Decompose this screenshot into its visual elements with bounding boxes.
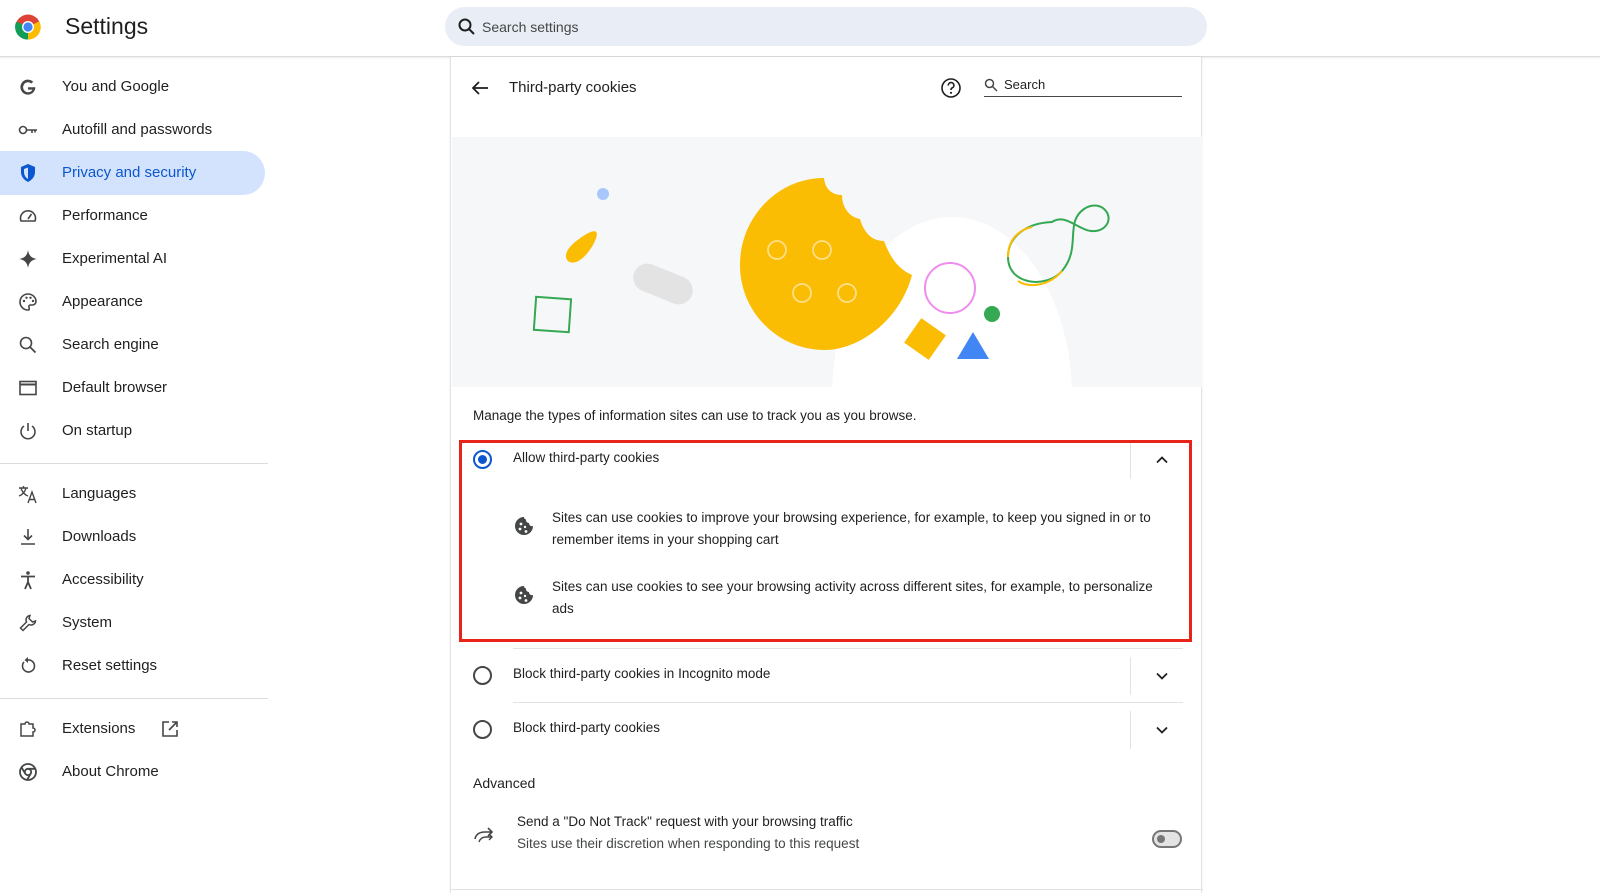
toggle-knob [1157,835,1165,843]
chevron-down-icon[interactable] [1153,667,1171,685]
option-separator [1130,711,1131,749]
page-search-input[interactable]: Search [984,75,1182,97]
do-not-track-title: Send a "Do Not Track" request with your … [517,814,853,829]
sidebar-item-accessibility[interactable]: Accessibility [0,558,265,602]
page-title: Third-party cookies [509,79,637,96]
speedometer-icon [19,210,37,222]
sidebar-item-languages[interactable]: Languages [0,472,265,516]
do-not-track-subtitle: Sites use their discretion when respondi… [517,836,860,851]
chrome-logo-icon [15,14,41,40]
sidebar-item-on-startup[interactable]: On startup [0,409,265,453]
search-icon [984,78,998,92]
sidebar-divider [0,463,268,464]
option-label: Block third-party cookies in Incognito m… [513,666,771,681]
browser-window-icon [19,380,37,396]
palette-icon [19,293,37,311]
option-block-third-party-cookies[interactable]: Block third-party cookies [461,703,1183,757]
sidebar-item-privacy[interactable]: Privacy and security [0,151,265,195]
sidebar-divider [0,698,268,699]
sidebar-item-system[interactable]: System [0,601,265,645]
chevron-down-icon[interactable] [1153,721,1171,739]
card-header: Third-party cookies Search [451,57,1203,117]
sidebar-item-you-and-google[interactable]: You and Google [0,65,265,109]
advanced-heading: Advanced [473,775,536,791]
cookies-illustration [452,137,1202,387]
wrench-icon [19,614,37,632]
page-description: Manage the types of information sites ca… [473,408,917,423]
search-placeholder: Search settings [482,19,579,35]
do-not-track-toggle[interactable] [1152,830,1182,848]
help-icon[interactable] [940,77,962,99]
page-search-placeholder: Search [1004,77,1046,92]
cookie-illustration-image [532,178,1110,387]
highlight-box [459,440,1192,642]
back-arrow-icon[interactable] [468,76,492,100]
power-icon [20,423,36,440]
top-bar: Settings Search settings [0,0,1600,57]
sidebar-item-performance[interactable]: Performance [0,194,265,238]
accessibility-icon [21,571,35,590]
radio-block-third-party-cookies[interactable] [473,720,492,739]
sidebar-item-extensions[interactable]: Extensions [0,707,265,751]
reset-icon [21,657,36,673]
download-icon [21,529,35,545]
sidebar-item-search-engine[interactable]: Search engine [0,323,265,367]
open-in-new-icon [162,721,178,737]
app-title: Settings [65,13,149,39]
do-not-track-icon [474,827,494,843]
sidebar-item-experimental-ai[interactable]: Experimental AI [0,237,265,281]
option-label: Block third-party cookies [513,720,661,735]
sidebar-item-appearance[interactable]: Appearance [0,280,265,324]
card-bottom-divider [451,889,1203,890]
sidebar-item-downloads[interactable]: Downloads [0,515,265,559]
option-separator [1130,657,1131,695]
google-g-icon [20,79,36,95]
option-block-incognito[interactable]: Block third-party cookies in Incognito m… [461,649,1183,703]
translate-icon [18,486,37,504]
search-settings-input[interactable]: Search settings [445,7,1207,46]
sidebar-item-reset-settings[interactable]: Reset settings [0,644,265,688]
puzzle-icon [20,721,36,737]
key-icon [18,125,37,135]
chrome-icon [19,763,37,781]
shield-icon [21,164,35,182]
sidebar-item-default-browser[interactable]: Default browser [0,366,265,410]
search-icon [458,18,475,35]
sidebar-item-autofill[interactable]: Autofill and passwords [0,108,265,152]
sidebar-item-about-chrome[interactable]: About Chrome [0,750,265,794]
search-icon [19,336,37,354]
sparkle-icon [19,250,37,268]
radio-block-incognito[interactable] [473,666,492,685]
